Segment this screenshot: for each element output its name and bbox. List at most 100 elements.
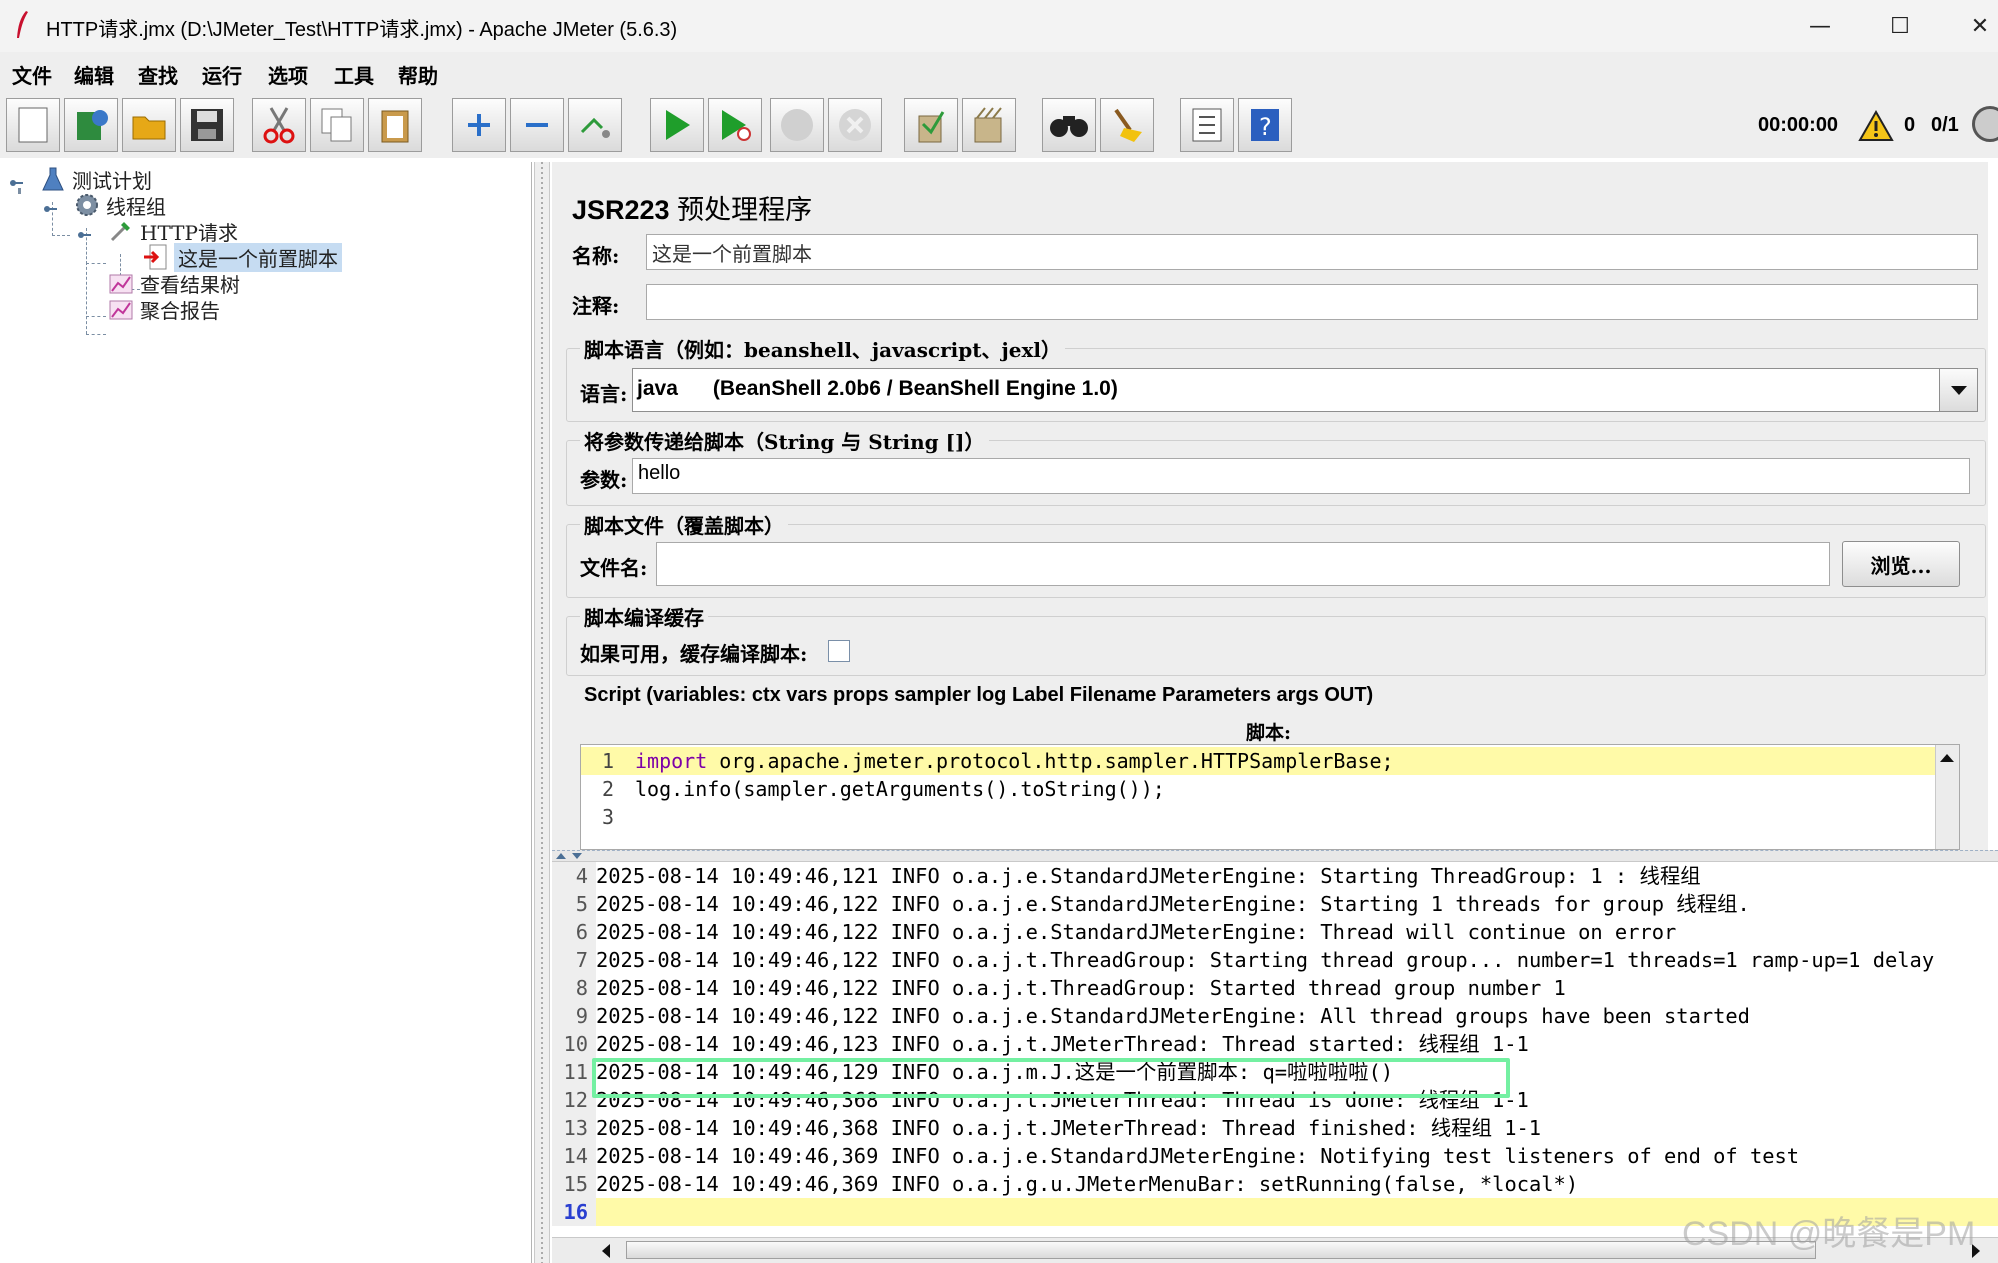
help-icon[interactable]: ? <box>1238 98 1292 152</box>
elapsed-time: 00:00:00 <box>1758 114 1839 136</box>
copy-icon[interactable] <box>310 98 364 152</box>
open-icon[interactable] <box>122 98 176 152</box>
stop-icon[interactable] <box>770 98 824 152</box>
script-group-title: Script (variables: ctx vars props sample… <box>584 684 1374 706</box>
name-label: 名称: <box>572 244 620 268</box>
jsr223-editor-panel: JSR223 预处理程序 名称: 这是一个前置脚本 注释: 脚本语言（例如：be… <box>552 162 1988 850</box>
cache-label: 如果可用，缓存编译脚本: <box>580 642 808 666</box>
listener-icon <box>108 270 134 296</box>
function-helper-icon[interactable] <box>1180 98 1234 152</box>
svg-text:?: ? <box>1259 113 1272 141</box>
log-line: 7 2025-08-14 10:49:46,122 INFO o.a.j.t.Th… <box>552 946 1998 974</box>
test-plan-tree: 测试计划 线程组 HTTP请求 这是一个前置脚本 查看结果树 聚合报告 <box>0 162 532 1263</box>
code-line: 3 <box>601 805 615 829</box>
menu-edit[interactable]: 编辑 <box>74 60 114 89</box>
divider-arrows-icon <box>556 853 582 859</box>
cut-icon[interactable] <box>252 98 306 152</box>
filename-label: 文件名: <box>580 556 648 580</box>
expand-icon[interactable] <box>452 98 506 152</box>
parameters-title: 将参数传递给脚本（String 与 String []） <box>580 426 989 455</box>
page-title: JSR223 预处理程序 <box>572 188 812 227</box>
log-line: 5 2025-08-14 10:49:46,122 INFO o.a.j.e.St… <box>552 890 1998 918</box>
tree-connector <box>86 334 106 335</box>
toggle-icon[interactable] <box>568 98 622 152</box>
minimize-button[interactable]: — <box>1790 6 1850 46</box>
log-line: 14 2025-08-14 10:49:46,369 INFO o.a.j.e.S… <box>552 1142 1998 1170</box>
code-line: 2 log.info(sampler.getArguments().toStrin… <box>601 777 1165 801</box>
window-title: HTTP请求.jmx (D:\JMeter_Test\HTTP请求.jmx) -… <box>46 19 678 41</box>
tree-collapse-toggle[interactable] <box>78 228 92 242</box>
tree-node-label: 聚合报告 <box>140 298 220 323</box>
tree-node-aggregate-report[interactable]: 聚合报告 <box>108 294 220 324</box>
script-label: 脚本: <box>1246 722 1292 744</box>
collapse-icon[interactable] <box>510 98 564 152</box>
highlight-annotation-box <box>592 1058 1510 1098</box>
cache-checkbox[interactable] <box>828 640 850 662</box>
script-editor[interactable]: 1 import org.apache.jmeter.protocol.http.… <box>580 744 1960 850</box>
log-line: 15 2025-08-14 10:49:46,369 INFO o.a.j.g.u… <box>552 1170 1998 1198</box>
log-panel-divider[interactable] <box>552 850 1998 862</box>
pipette-icon <box>108 218 134 244</box>
menu-help[interactable]: 帮助 <box>398 60 438 89</box>
menu-tools[interactable]: 工具 <box>334 60 374 89</box>
parameters-field[interactable]: hello <box>632 458 1970 494</box>
compile-cache-title: 脚本编译缓存 <box>580 602 708 631</box>
search-icon[interactable] <box>1042 98 1096 152</box>
tree-connector <box>86 316 106 317</box>
menu-file[interactable]: 文件 <box>12 60 52 89</box>
log-line: 13 2025-08-14 10:49:46,368 INFO o.a.j.t.J… <box>552 1114 1998 1142</box>
new-icon[interactable] <box>6 98 60 152</box>
templates-icon[interactable] <box>64 98 118 152</box>
title-bar: HTTP请求.jmx (D:\JMeter_Test\HTTP请求.jmx) -… <box>0 0 1998 52</box>
clear-icon[interactable] <box>904 98 958 152</box>
log-line: 9 2025-08-14 10:49:46,122 INFO o.a.j.e.St… <box>552 1002 1998 1030</box>
clear-all-icon[interactable] <box>962 98 1016 152</box>
menu-search[interactable]: 查找 <box>138 60 178 89</box>
code-line: 1 import org.apache.jmeter.protocol.http.… <box>581 747 1937 775</box>
language-selected-value: java (BeanShell 2.0b6 / BeanShell Engine… <box>637 377 1118 400</box>
start-icon[interactable] <box>650 98 704 152</box>
chevron-down-icon[interactable] <box>1939 369 1977 411</box>
gear-icon <box>74 192 100 218</box>
language-select[interactable]: java (BeanShell 2.0b6 / BeanShell Engine… <box>632 368 1978 412</box>
log-line: 4 2025-08-14 10:49:46,121 INFO o.a.j.e.St… <box>552 862 1998 890</box>
watermark-text: CSDN @晚餐是PM <box>1682 1215 1976 1253</box>
page-title-latin: JSR223 <box>572 195 670 225</box>
scroll-thumb[interactable] <box>626 1241 1816 1259</box>
script-scrollbar[interactable] <box>1935 745 1959 849</box>
toolbar: ? 00:00:00 0 0/1 <box>0 92 1998 158</box>
page-title-cjk: 预处理程序 <box>677 195 813 226</box>
name-field[interactable]: 这是一个前置脚本 <box>646 234 1978 270</box>
menu-options[interactable]: 选项 <box>268 60 308 89</box>
shutdown-icon[interactable] <box>828 98 882 152</box>
reset-search-icon[interactable] <box>1100 98 1154 152</box>
filename-field[interactable] <box>656 542 1830 586</box>
parameters-label: 参数: <box>580 468 628 492</box>
tree-collapse-toggle[interactable] <box>44 202 58 216</box>
script-file-title: 脚本文件（覆盖脚本） <box>580 510 788 539</box>
tree-collapse-toggle[interactable] <box>10 176 24 190</box>
jmeter-feather-icon <box>17 11 28 38</box>
language-label: 语言: <box>580 382 628 406</box>
scroll-up-icon <box>1940 754 1954 762</box>
log-line: 10 2025-08-14 10:49:46,123 INFO o.a.j.t.J… <box>552 1030 1998 1058</box>
start-no-pause-icon[interactable] <box>708 98 762 152</box>
close-button[interactable]: ✕ <box>1950 6 1998 46</box>
browse-button[interactable]: 浏览... <box>1842 541 1960 587</box>
paste-icon[interactable] <box>368 98 422 152</box>
active-threads: 0/1 <box>1931 114 1959 136</box>
log-line: 8 2025-08-14 10:49:46,122 INFO o.a.j.t.Th… <box>552 974 1998 1002</box>
remote-globe-icon <box>1972 106 1998 142</box>
warning-icon[interactable] <box>1858 110 1894 142</box>
test-plan-icon <box>40 166 66 192</box>
listener-icon <box>108 296 134 322</box>
preprocessor-icon <box>142 244 168 270</box>
comment-field[interactable] <box>646 284 1978 320</box>
save-icon[interactable] <box>180 98 234 152</box>
menu-run[interactable]: 运行 <box>202 60 242 89</box>
menu-bar: 文件 编辑 查找 运行 选项 工具 帮助 <box>0 52 1998 92</box>
error-count: 0 <box>1904 114 1916 136</box>
maximize-button[interactable]: ☐ <box>1870 6 1930 46</box>
scroll-left-icon[interactable] <box>596 1240 618 1262</box>
panel-splitter[interactable] <box>534 162 550 1263</box>
